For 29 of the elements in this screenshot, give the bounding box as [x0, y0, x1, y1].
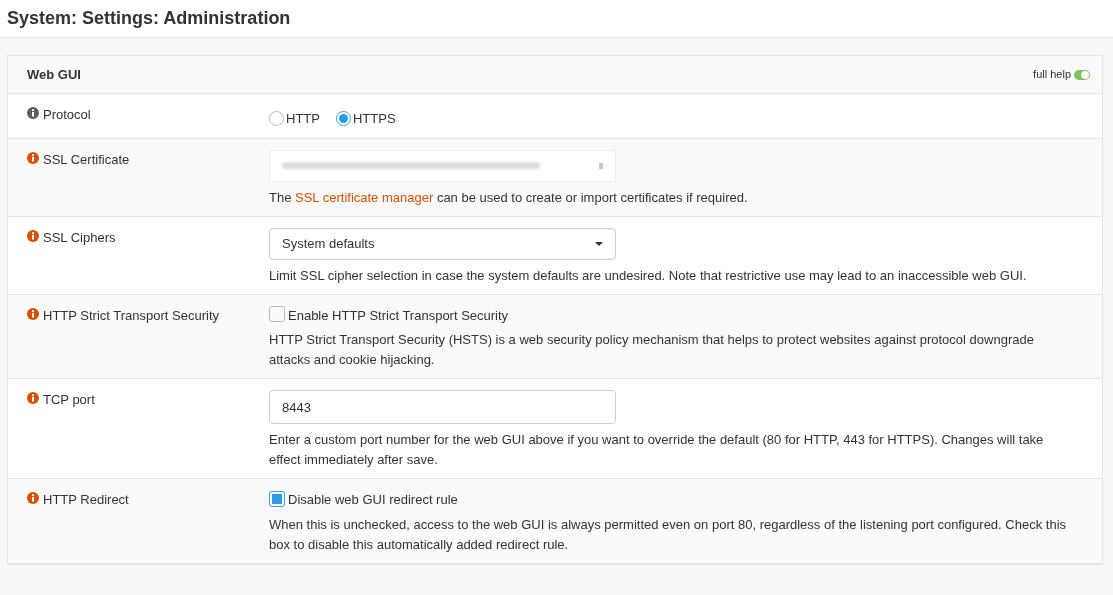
info-icon[interactable] — [27, 307, 39, 320]
section-title: Web GUI — [27, 65, 81, 84]
field-label: HTTP Redirect — [43, 491, 129, 509]
info-icon[interactable] — [27, 492, 39, 504]
field-label: TCP port — [43, 391, 95, 409]
help-text: When this is unchecked, access to the web GUI is always permitted even on port 80, regardless of the listening port configured. Check this box to disable this automatically added redirect rule. — [269, 515, 1068, 554]
port-input[interactable]: 8443 — [269, 390, 616, 424]
checkbox-option[interactable]: Enable HTTP Strict Transport Security — [269, 305, 1078, 324]
info-icon[interactable] — [27, 107, 39, 119]
radio-option[interactable]: HTTP — [269, 109, 320, 126]
checkbox-option[interactable]: Disable web GUI redirect rule — [269, 490, 1078, 509]
info-icon[interactable] — [27, 151, 39, 164]
full-help-toggle[interactable] — [1074, 69, 1090, 80]
page-title: System: Settings: Administration — [7, 7, 291, 30]
certificate-manager-link[interactable]: SSL certificate manager — [295, 189, 434, 205]
field-label: Protocol — [43, 106, 91, 124]
radio-option[interactable]: HTTPS — [335, 109, 396, 126]
help-text: HTTP Strict Transport Security (HSTS) is a web security policy mechanism that helps to protect websites against protocol downgrade attacks and cookie hijacking. — [269, 331, 1035, 369]
help-text: Limit SSL cipher selection in case the system defaults are undesired. Note that restrictive use may lead to an inaccessible web GUI. — [269, 266, 1028, 285]
info-icon[interactable] — [27, 392, 39, 404]
field-label: SSL Ciphers — [43, 228, 116, 247]
help-text: Enter a custom port number for the web GUI above if you want to override the default (80 for HTTP, 443 for HTTPS). Changes will take effect immediately after save. — [269, 431, 1045, 469]
help-text: The SSL certificate manager can be used to create or import certificates if required. — [269, 188, 749, 207]
field-label: SSL Certificate — [43, 150, 130, 169]
caret-icon — [595, 241, 603, 246]
cipher-dropdown[interactable]: System defaults — [269, 227, 616, 260]
info-icon[interactable] — [27, 229, 39, 242]
field-label: HTTP Strict Transport Security — [43, 306, 220, 325]
full-help-label: full help — [1033, 67, 1071, 83]
